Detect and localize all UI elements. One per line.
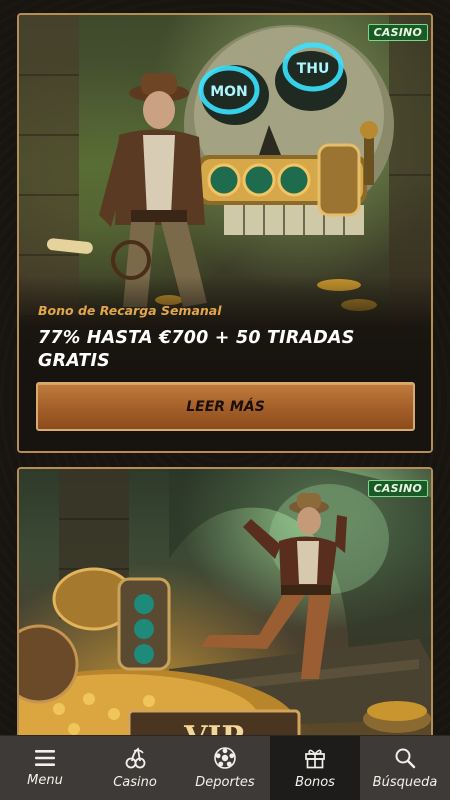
sports-ball-icon xyxy=(214,746,236,769)
gift-icon xyxy=(305,749,325,768)
slot-sign-thu: THU xyxy=(297,61,330,77)
cherries-icon xyxy=(125,746,146,768)
promo-card-vip[interactable]: VIP CASINO xyxy=(17,467,433,757)
menu-icon xyxy=(35,749,55,766)
nav-item-bonuses[interactable]: Bonos xyxy=(270,736,360,800)
nav-label-menu: Menu xyxy=(27,772,63,788)
promo-card-weekly-reload[interactable]: MON THU CASINO Bono de Recarga Semanal 7… xyxy=(17,13,433,453)
nav-item-casino[interactable]: Casino xyxy=(90,736,180,800)
slot-sign-mon: MON xyxy=(210,84,248,100)
nav-label-bonuses: Bonos xyxy=(295,774,335,790)
nav-item-search[interactable]: Búsqueda xyxy=(360,736,450,800)
nav-label-casino: Casino xyxy=(113,774,157,790)
search-icon xyxy=(395,748,416,768)
nav-item-menu[interactable]: Menu xyxy=(0,736,90,800)
nav-item-sports[interactable]: Deportes xyxy=(180,736,270,800)
promo-image-explorer-treasure: VIP xyxy=(19,469,431,755)
bottom-navigation: Menu Casino Deportes Bonos Búsqueda xyxy=(0,735,450,800)
promo-subtitle: Bono de Recarga Semanal xyxy=(38,303,222,318)
promo-headline: 77% HASTA €700 + 50 TIRADAS GRATIS xyxy=(38,328,355,371)
read-more-button[interactable]: LEER MÁS xyxy=(36,382,415,431)
nav-label-sports: Deportes xyxy=(195,774,255,790)
nav-label-search: Búsqueda xyxy=(372,774,438,790)
casino-tag: CASINO xyxy=(367,24,428,41)
casino-tag: CASINO xyxy=(367,480,428,497)
promo-illustration-vip: VIP xyxy=(19,469,431,755)
